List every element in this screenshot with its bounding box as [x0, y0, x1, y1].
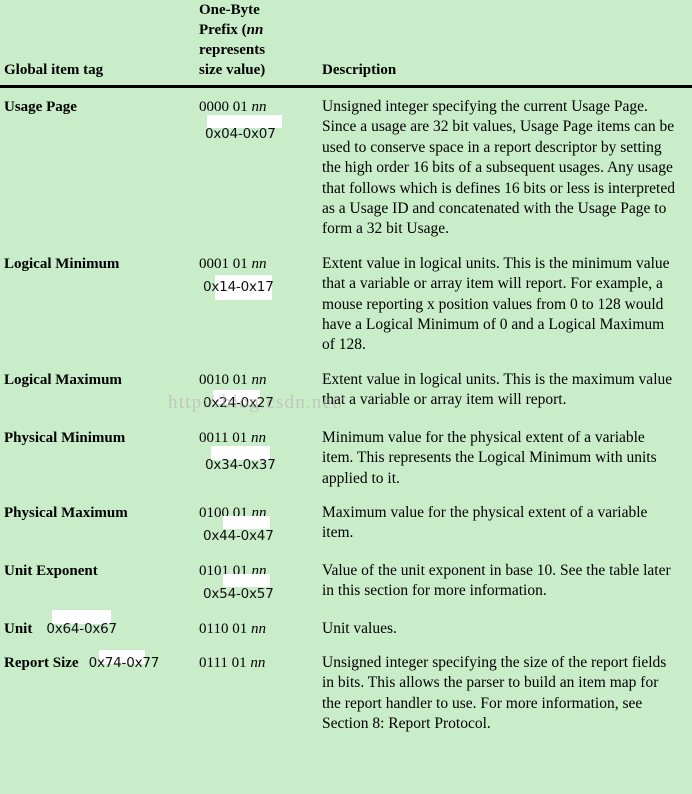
prefix-bits: 0001 01: [199, 255, 248, 272]
column-header-description: Description: [320, 0, 692, 88]
table-body: Usage Page 0000 01 nn 0x04-0x07 Unsigned…: [0, 87, 692, 742]
item-tag-cell: Physical Maximum: [4, 504, 128, 521]
prefix-bits: 0110 01: [199, 620, 248, 637]
item-tag-cell: Usage Page: [4, 99, 77, 115]
prefix-nn: nn: [251, 255, 267, 272]
table-row: Usage Page 0000 01 nn 0x04-0x07 Unsigned…: [0, 87, 692, 247]
table-row: Unit 0x64-0x67 0110 01 nn Unit values.: [0, 609, 692, 646]
prefix-cell: 0011 01 nn 0x34-0x37: [199, 421, 320, 496]
hex-range-annotation: 0x74-0x77: [89, 649, 159, 673]
item-tag-cell: Logical Maximum: [4, 371, 122, 388]
description-cell: Unsigned integer specifying the size of …: [322, 653, 667, 733]
prefix-nn: nn: [251, 371, 267, 388]
table-row: Unit Exponent 0101 01 nn 0x54-0x57 Value…: [0, 554, 692, 612]
item-tag-cell: Unit 0x64-0x67: [0, 609, 199, 646]
hex-range-annotation: 0x64-0x67: [46, 609, 117, 639]
prefix-cell: 0101 01 nn 0x54-0x57: [199, 554, 320, 612]
prefix-header-line-2: Prefix (: [199, 22, 247, 38]
item-tag-label: Unit: [4, 620, 33, 637]
prefix-bits: 0000 01: [199, 99, 248, 115]
prefix-cell: 0100 01 nn 0x44-0x47: [199, 496, 320, 554]
prefix-bits: 0011 01: [199, 429, 248, 446]
item-tag-cell: Report Size 0x74-0x77: [0, 646, 199, 742]
description-cell: Minimum value for the physical extent of…: [322, 428, 657, 487]
hex-range-annotation: 0x04-0x07: [205, 115, 282, 144]
item-tag-label: Report Size: [4, 654, 79, 671]
prefix-cell: 0010 01 nn 0x24-0x27: [199, 363, 320, 421]
prefix-header-line-4: size value): [199, 62, 266, 78]
description-cell: Value of the unit exponent in base 10. S…: [322, 561, 671, 600]
item-tag-cell: Physical Minimum: [4, 429, 126, 446]
prefix-nn: nn: [250, 620, 266, 637]
table-row: Report Size 0x74-0x77 0111 01 nn Unsigned…: [0, 646, 692, 742]
hex-range-annotation: 0x44-0x47: [203, 516, 274, 546]
column-header-global-item-tag: Global item tag: [0, 0, 199, 88]
prefix-cell: 0110 01 nn: [199, 612, 320, 646]
table-row: Physical Minimum 0011 01 nn 0x34-0x37 Mi…: [0, 421, 692, 496]
global-item-tag-table: Global item tag One-Byte Prefix (nn repr…: [0, 0, 692, 742]
column-header-one-byte-prefix: One-Byte Prefix (nn represents size valu…: [199, 0, 320, 88]
prefix-cell: 0111 01 nn: [199, 646, 320, 742]
table-header-row: Global item tag One-Byte Prefix (nn repr…: [0, 0, 692, 88]
hex-range-annotation: 0x34-0x37: [205, 445, 276, 475]
table-row: Physical Maximum 0100 01 nn 0x44-0x47 Ma…: [0, 496, 692, 554]
prefix-bits: 0010 01: [199, 371, 248, 388]
prefix-header-line-3: represents: [199, 42, 266, 58]
description-cell: Unsigned integer specifying the current …: [322, 98, 675, 238]
description-cell: Extent value in logical units. This is t…: [322, 254, 670, 354]
item-tag-cell: Logical Minimum: [4, 255, 120, 272]
hex-range-annotation: 0x14-0x17: [203, 275, 274, 301]
hex-range-annotation: 0x24-0x27: [203, 390, 274, 413]
table-header: Global item tag One-Byte Prefix (nn repr…: [0, 0, 692, 88]
hex-range-annotation: 0x54-0x57: [203, 573, 274, 604]
prefix-header-line-1: One-Byte: [199, 2, 260, 18]
item-tag-cell: Unit Exponent: [4, 562, 98, 579]
prefix-nn: nn: [250, 654, 266, 671]
table-row: Logical Minimum 0001 01 nn 0x14-0x17 Ext…: [0, 247, 692, 363]
prefix-nn: nn: [251, 99, 267, 115]
prefix-nn: nn: [250, 429, 266, 446]
prefix-cell: 0000 01 nn 0x04-0x07: [199, 87, 320, 247]
table-row: Logical Maximum 0010 01 nn 0x24-0x27 Ext…: [0, 363, 692, 421]
prefix-bits: 0111 01: [199, 654, 247, 671]
prefix-header-nn: nn: [246, 22, 264, 38]
description-cell: Maximum value for the physical extent of…: [322, 503, 648, 542]
description-cell: Extent value in logical units. This is t…: [322, 370, 673, 409]
prefix-cell: 0001 01 nn 0x14-0x17: [199, 247, 320, 363]
description-cell: Unit values.: [322, 619, 397, 637]
spec-table-container: Global item tag One-Byte Prefix (nn repr…: [0, 0, 692, 794]
